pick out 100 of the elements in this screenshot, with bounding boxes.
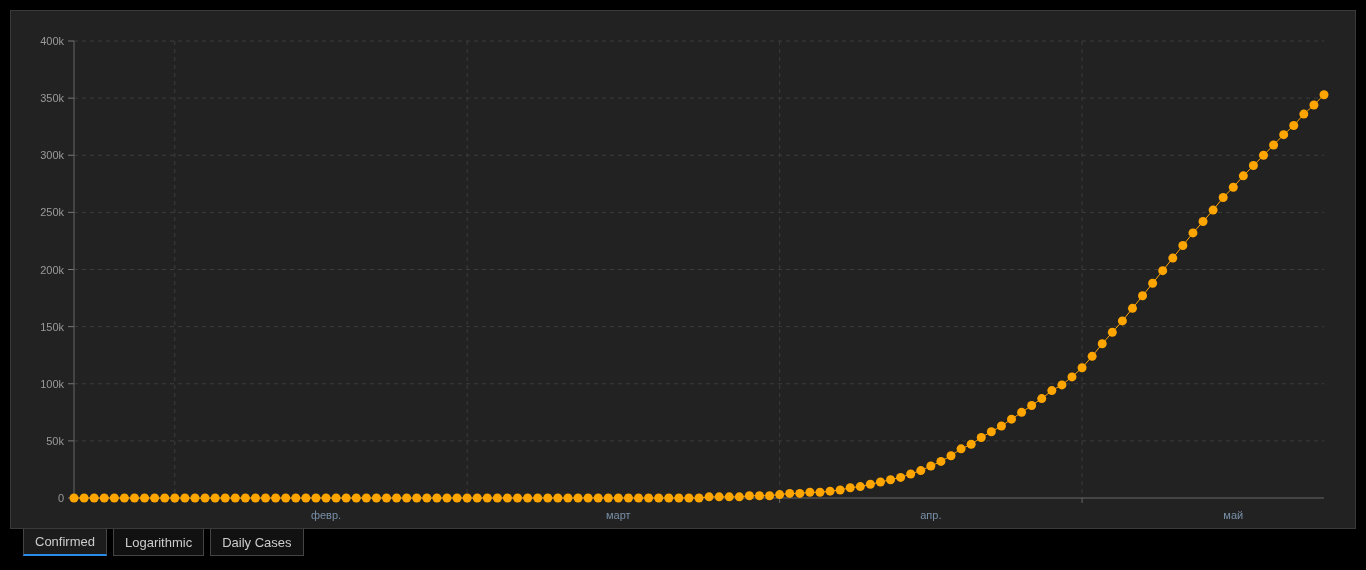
data-point (896, 472, 906, 482)
data-point (402, 493, 412, 503)
data-point (140, 493, 150, 503)
data-point (603, 493, 613, 503)
data-point (281, 493, 291, 503)
data-point (1228, 182, 1238, 192)
data-point (392, 493, 402, 503)
data-point (563, 493, 573, 503)
data-point (482, 493, 492, 503)
data-point (1007, 414, 1016, 424)
data-point (1148, 278, 1158, 288)
data-point (946, 451, 956, 461)
data-point (472, 493, 482, 503)
data-point (875, 477, 885, 487)
data-point (1279, 130, 1289, 140)
data-point (240, 493, 250, 503)
axis-label: 250k (40, 206, 64, 219)
data-point (160, 493, 170, 503)
data-point (795, 488, 805, 498)
data-point (210, 493, 220, 503)
data-point (1188, 228, 1198, 238)
data-point (1178, 241, 1188, 250)
data-point (936, 456, 946, 466)
data-point (533, 493, 543, 503)
data-point (1208, 205, 1218, 215)
data-point (906, 469, 916, 479)
data-point (664, 493, 674, 503)
data-point (855, 482, 865, 492)
axis-label: 50k (46, 434, 64, 447)
data-point (613, 493, 623, 503)
data-point (452, 493, 462, 503)
data-point (593, 493, 603, 503)
data-point (583, 493, 593, 503)
data-point (291, 493, 301, 503)
data-point (1077, 363, 1087, 373)
data-point (150, 493, 160, 503)
data-point (1309, 100, 1319, 110)
data-point (785, 488, 795, 498)
data-point (311, 493, 321, 503)
data-point (634, 493, 643, 503)
data-point (1017, 407, 1027, 417)
data-point (886, 475, 896, 485)
data-point (835, 485, 845, 495)
data-point (351, 493, 361, 503)
data-point (815, 487, 825, 497)
axis-label: 0 (57, 492, 64, 504)
axis-label: 350k (40, 92, 64, 105)
data-point (1067, 372, 1077, 382)
data-point (1047, 386, 1057, 396)
data-point (654, 493, 664, 503)
axis-label: 100k (40, 377, 64, 390)
data-point (1117, 316, 1127, 326)
data-point (916, 466, 926, 476)
data-point (976, 432, 986, 442)
data-point (523, 493, 533, 503)
data-point (371, 493, 381, 503)
axis-label: май (1223, 509, 1244, 521)
axis-label: март (606, 509, 631, 521)
chart-tab[interactable]: Confirmed (23, 529, 107, 556)
data-point (986, 427, 996, 437)
axis-label: 200k (40, 263, 64, 276)
data-point (805, 487, 815, 497)
data-point (442, 493, 452, 503)
chart-tab[interactable]: Daily Cases (210, 529, 304, 556)
data-point (412, 493, 422, 503)
data-point (1097, 339, 1107, 349)
data-point (1087, 351, 1097, 361)
data-point (1107, 327, 1117, 337)
data-point (765, 491, 775, 501)
data-point (190, 493, 200, 503)
data-point (1299, 109, 1309, 119)
data-point (200, 493, 210, 503)
data-point (1218, 193, 1228, 202)
data-point (1158, 266, 1168, 276)
data-point (79, 493, 89, 503)
data-point (755, 491, 764, 501)
data-point (382, 493, 391, 503)
data-point (674, 493, 684, 503)
axis-label: апр. (920, 509, 942, 521)
data-point (966, 439, 976, 449)
data-point (956, 444, 966, 454)
data-point (845, 483, 855, 493)
data-point (422, 493, 432, 503)
data-point (1238, 171, 1248, 181)
data-point (89, 493, 99, 503)
data-point (623, 493, 633, 503)
data-point (714, 492, 724, 502)
data-point (1248, 161, 1258, 171)
data-point (1319, 90, 1329, 100)
data-point (926, 461, 936, 471)
data-point (744, 491, 754, 501)
data-point (230, 493, 240, 503)
data-point (644, 493, 654, 503)
data-point (513, 493, 523, 503)
chart-tab[interactable]: Logarithmic (112, 529, 205, 556)
data-point (261, 493, 271, 503)
axis-label: 150k (40, 320, 64, 333)
data-point (1198, 217, 1208, 226)
data-point (99, 493, 109, 503)
data-point (321, 493, 331, 503)
